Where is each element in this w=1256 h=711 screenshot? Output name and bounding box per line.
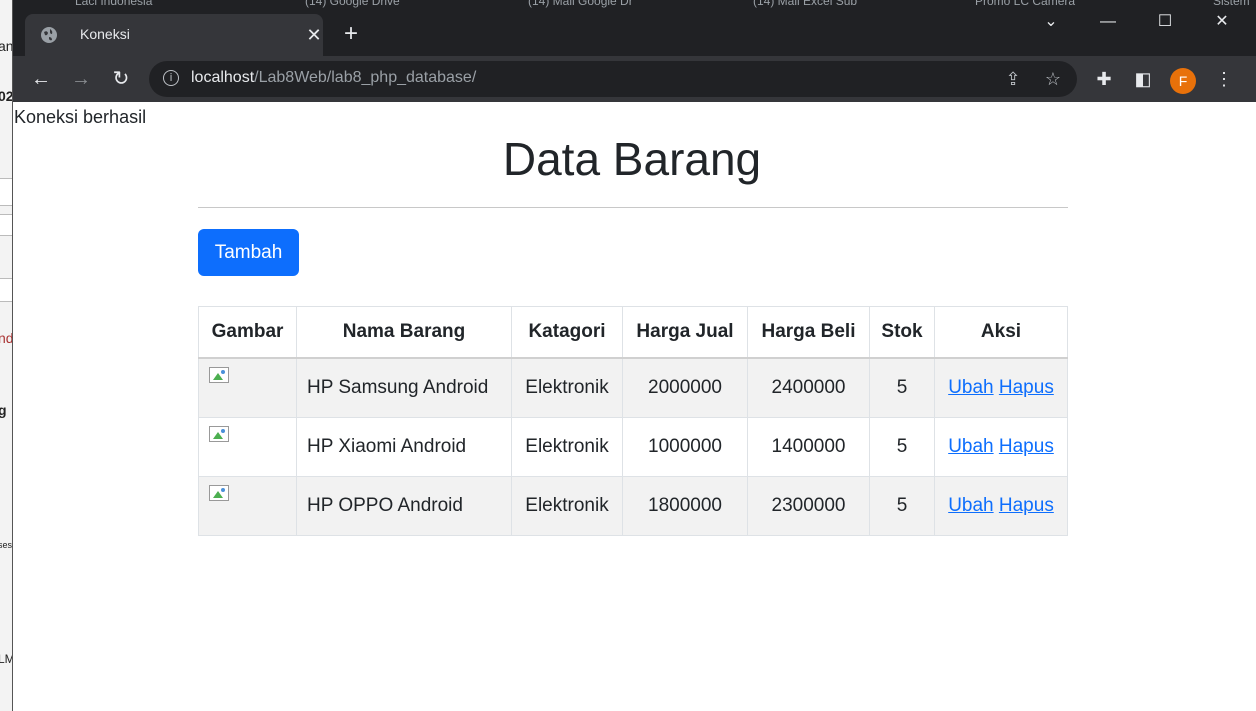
page-title: Data Barang xyxy=(502,133,762,185)
data-table: Gambar Nama Barang Katagori Harga Jual H… xyxy=(198,306,1068,536)
profile-avatar[interactable]: F xyxy=(1170,68,1196,94)
edit-link[interactable]: Ubah xyxy=(948,436,993,457)
share-icon[interactable]: ⇪ xyxy=(1001,67,1025,91)
item-sell-price: 1000000 xyxy=(622,417,748,477)
item-sell-price: 1800000 xyxy=(622,476,748,536)
delete-link[interactable]: Hapus xyxy=(999,495,1054,516)
action-cell: Ubah Hapus xyxy=(934,417,1068,477)
column-header: Harga Beli xyxy=(747,306,870,359)
delete-link[interactable]: Hapus xyxy=(999,436,1054,457)
divider xyxy=(198,207,1068,208)
extensions-icon[interactable]: ✚ xyxy=(1092,67,1116,91)
background-tab[interactable]: Laci Indonesia xyxy=(75,0,152,8)
item-stock: 5 xyxy=(869,357,935,418)
image-cell xyxy=(198,476,297,536)
bookmark-star-icon[interactable]: ☆ xyxy=(1041,67,1065,91)
url-host: localhost xyxy=(191,69,255,86)
close-window-button[interactable]: ✕ xyxy=(1207,10,1237,34)
url-text[interactable]: localhost/Lab8Web/lab8_php_database/ xyxy=(191,69,476,87)
background-tab[interactable]: Sistem xyxy=(1213,0,1250,8)
table-row: HP Samsung Android Elektronik 2000000 24… xyxy=(198,357,1068,418)
browser-toolbar: ← → ↻ i localhost/Lab8Web/lab8_php_datab… xyxy=(13,56,1256,102)
background-tab[interactable]: (14) Mail Excel Sub xyxy=(753,0,857,8)
item-stock: 5 xyxy=(869,417,935,477)
address-bar[interactable]: i localhost/Lab8Web/lab8_php_database/ ⇪… xyxy=(149,61,1077,97)
url-path: /Lab8Web/lab8_php_database/ xyxy=(254,69,477,86)
table-row: HP OPPO Android Elektronik 1800000 23000… xyxy=(198,476,1068,536)
delete-link[interactable]: Hapus xyxy=(999,377,1054,398)
new-tab-button[interactable]: + xyxy=(339,22,363,46)
item-category: Elektronik xyxy=(511,357,623,418)
background-tab[interactable]: Promo LC Camera xyxy=(975,0,1075,8)
connection-status: Koneksi berhasil xyxy=(14,107,147,127)
item-category: Elektronik xyxy=(511,476,623,536)
item-buy-price: 2400000 xyxy=(747,357,870,418)
background-text: ses xyxy=(0,540,13,550)
item-category: Elektronik xyxy=(511,417,623,477)
tab-search-icon[interactable]: ⌄ xyxy=(1036,10,1066,34)
broken-image-icon xyxy=(209,367,229,383)
maximize-button[interactable]: ☐ xyxy=(1150,10,1180,34)
tab-strip: Laci Indonesia (14) Google Drive (14) Ma… xyxy=(13,0,1256,56)
column-header: Nama Barang xyxy=(296,306,512,359)
forward-icon[interactable]: → xyxy=(68,66,94,92)
item-buy-price: 2300000 xyxy=(747,476,870,536)
item-name: HP Xiaomi Android xyxy=(296,417,512,477)
edit-link[interactable]: Ubah xyxy=(948,495,993,516)
table-row: HP Xiaomi Android Elektronik 1000000 140… xyxy=(198,417,1068,477)
site-info-icon[interactable]: i xyxy=(163,70,179,86)
column-header: Katagori xyxy=(511,306,623,359)
column-header: Harga Jual xyxy=(622,306,748,359)
page-content: Koneksi berhasil Data Barang Tambah Gamb… xyxy=(13,102,1256,711)
back-icon[interactable]: ← xyxy=(28,66,54,92)
add-button[interactable]: Tambah xyxy=(198,229,299,276)
reload-icon[interactable]: ↻ xyxy=(108,66,134,92)
tab-koneksi[interactable]: Koneksi ✕ xyxy=(25,14,323,56)
action-cell: Ubah Hapus xyxy=(934,476,1068,536)
image-cell xyxy=(198,357,297,418)
column-header: Gambar xyxy=(198,306,297,359)
item-name: HP Samsung Android xyxy=(296,357,512,418)
background-tab[interactable]: (14) Google Drive xyxy=(305,0,400,8)
browser-window: Laci Indonesia (14) Google Drive (14) Ma… xyxy=(12,0,1256,711)
item-buy-price: 1400000 xyxy=(747,417,870,477)
menu-kebab-icon[interactable]: ⋮ xyxy=(1212,67,1236,91)
broken-image-icon xyxy=(209,485,229,501)
column-header: Stok xyxy=(869,306,935,359)
table-header-row: Gambar Nama Barang Katagori Harga Jual H… xyxy=(198,306,1068,359)
background-text: g xyxy=(0,402,7,418)
tab-title: Koneksi xyxy=(80,26,130,42)
item-stock: 5 xyxy=(869,476,935,536)
image-cell xyxy=(198,417,297,477)
item-name: HP OPPO Android xyxy=(296,476,512,536)
edit-link[interactable]: Ubah xyxy=(948,377,993,398)
item-sell-price: 2000000 xyxy=(622,357,748,418)
action-cell: Ubah Hapus xyxy=(934,357,1068,418)
background-tab[interactable]: (14) Mail Google Dr xyxy=(528,0,633,8)
background-tabs: Laci Indonesia (14) Google Drive (14) Ma… xyxy=(13,0,1256,10)
side-panel-icon[interactable]: ◧ xyxy=(1131,67,1155,91)
broken-image-icon xyxy=(209,426,229,442)
close-tab-icon[interactable]: ✕ xyxy=(303,24,325,46)
globe-icon xyxy=(41,27,57,43)
column-header: Aksi xyxy=(934,306,1068,359)
minimize-button[interactable]: — xyxy=(1093,10,1123,34)
